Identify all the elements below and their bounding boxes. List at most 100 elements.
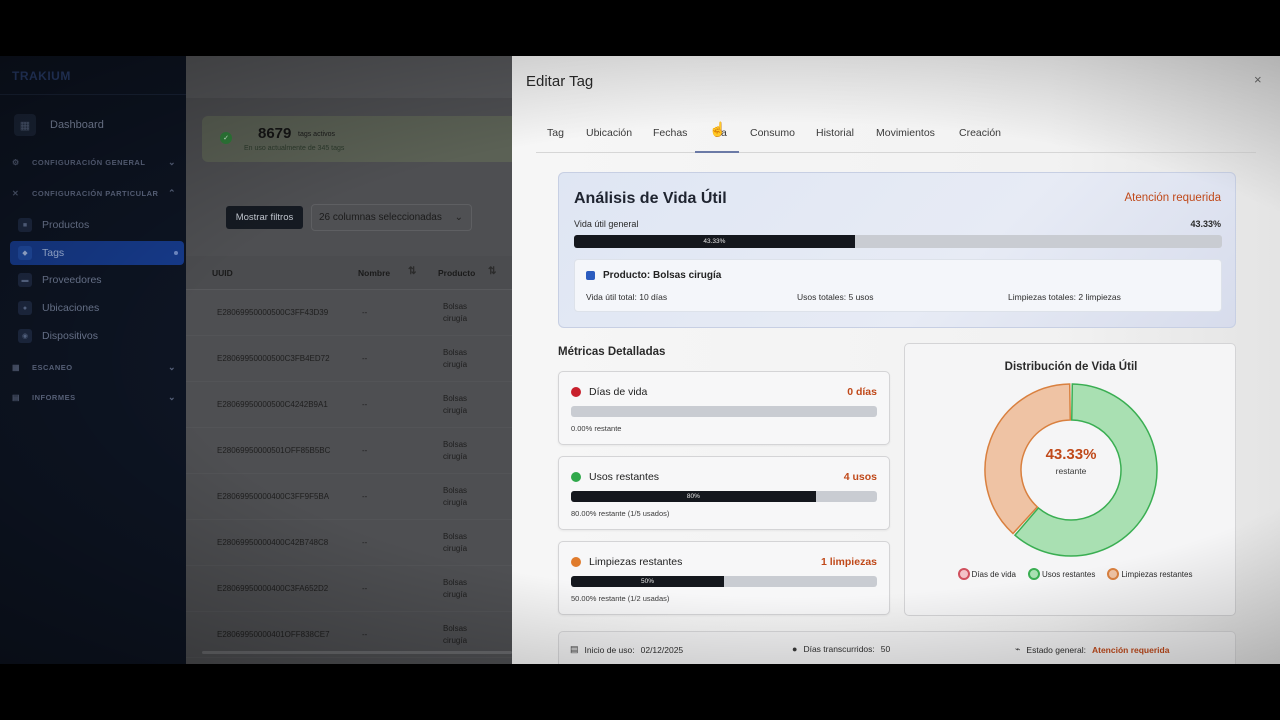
life-progress-bar: 43.33% — [574, 235, 1222, 248]
product-name: Producto: Bolsas cirugía — [603, 270, 722, 281]
cell-nombre: -- — [362, 400, 368, 409]
legend-item-limpiezas[interactable]: Limpiezas restantes — [1107, 568, 1192, 580]
modal-title: Editar Tag — [526, 73, 594, 90]
legend-item-dias[interactable]: Días de vida — [957, 568, 1016, 580]
metric-name: Limpiezas restantes — [589, 556, 683, 568]
table-row[interactable]: E28069950000500C3FF43D39 -- Bolsas cirugía — [186, 290, 512, 336]
legend-label: Limpiezas restantes — [1121, 569, 1193, 579]
box-icon: ■ — [18, 218, 32, 232]
tab-consumo[interactable]: Consumo — [750, 127, 795, 139]
cell-uuid: E28069950000500C3FB4ED72 — [217, 354, 330, 363]
cell-uuid: E28069950000400C3FF9F5BA — [217, 492, 330, 501]
status-value: Atención requerida — [1091, 644, 1170, 655]
columns-select[interactable]: 26 columnas seleccionadas ⌄ — [311, 204, 472, 231]
column-header-uuid[interactable]: UUID — [212, 268, 233, 278]
device-icon: ◉ — [18, 329, 32, 343]
metric-name: Días de vida — [589, 386, 648, 398]
check-icon: ✓ — [220, 132, 232, 144]
active-tags-card: ✓ 8679 tags activos En uso actualmente d… — [202, 116, 522, 162]
active-tags-count: 8679 — [258, 125, 292, 142]
cell-uuid: E28069950000400C42B748C8 — [217, 538, 329, 547]
table-header: UUID Nombre ⇅ Producto ⇅ — [186, 256, 512, 290]
location-pin-icon: ● — [18, 301, 32, 315]
cell-uuid: E28069950000500C3FF43D39 — [217, 308, 329, 317]
table-row[interactable]: E28069950000400C3FA652D2 -- Bolsas cirugía — [186, 566, 512, 612]
cell-nombre: -- — [362, 308, 368, 317]
start-value: 02/12/2025 — [640, 644, 684, 655]
sidebar-item-tags[interactable]: ◆ Tags — [10, 241, 184, 265]
cell-nombre: -- — [362, 492, 368, 501]
close-icon[interactable]: × — [1254, 72, 1262, 87]
column-header-nombre[interactable]: Nombre — [358, 268, 390, 278]
sort-icon[interactable]: ⇅ — [488, 266, 496, 277]
cell-producto: Bolsas cirugía — [443, 532, 468, 553]
section-label: ESCANEO — [32, 363, 73, 372]
donut-center-label: restante — [1055, 466, 1087, 476]
donut-legend: Días de vida Usos restantes Limpiezas re… — [945, 568, 1205, 580]
section-label: INFORMES — [32, 393, 76, 402]
columns-select-value: 26 columnas seleccionadas — [319, 212, 442, 223]
status-dot — [571, 472, 581, 482]
analysis-percent: 43.33% — [1190, 219, 1221, 229]
life-progress-fill: 43.33% — [574, 235, 855, 248]
metric-progress-bar: 50% — [571, 576, 877, 587]
show-filters-button[interactable]: Mostrar filtros — [226, 206, 303, 229]
metric-value: 4 usos — [843, 471, 877, 483]
brand-logo: TRAKIUM — [12, 69, 71, 83]
table-row[interactable]: E28069950000500C4242B9A1 -- Bolsas cirugía — [186, 382, 512, 428]
sidebar-section-config-particular[interactable]: ✕ CONFIGURACIÓN PARTICULAR ⌃ — [12, 188, 176, 199]
metric-card-usos: Usos restantes 4 usos 80% 80.00% restant… — [558, 456, 890, 530]
tab-tag[interactable]: Tag — [547, 127, 564, 139]
active-tags-sub: En uso actualmente de 345 tags — [244, 145, 345, 152]
table-row[interactable]: E28069950000400C42B748C8 -- Bolsas cirugía — [186, 520, 512, 566]
metric-card-dias: Días de vida 0 días 0.00% restante — [558, 371, 890, 445]
legend-swatch — [1027, 568, 1040, 580]
cell-nombre: -- — [362, 630, 368, 639]
sidebar-item-label: Productos — [42, 219, 90, 231]
table-row[interactable]: E28069950000501OFF85B5BC -- Bolsas cirugía — [186, 428, 512, 474]
cell-nombre: -- — [362, 446, 368, 455]
sidebar-item-label: Proveedores — [42, 274, 102, 286]
sidebar-item-productos[interactable]: ■ Productos — [14, 213, 182, 237]
gear-icon: ⚙ — [12, 158, 20, 167]
horizontal-scrollbar[interactable] — [202, 651, 512, 654]
calendar-icon: ▤ — [570, 644, 579, 654]
tab-creacion[interactable]: Creación — [959, 127, 1001, 139]
legend-item-usos[interactable]: Usos restantes — [1027, 568, 1095, 580]
tab-historial[interactable]: Historial — [816, 127, 854, 139]
metric-note: 50.00% restante (1/2 usadas) — [571, 594, 670, 603]
cell-producto: Bolsas cirugía — [443, 440, 468, 461]
tab-movimientos[interactable]: Movimientos — [876, 127, 935, 139]
cell-uuid: E28069950000400C3FA652D2 — [217, 584, 329, 593]
cell-uuid: E28069950000401OFF838CE7 — [217, 630, 330, 639]
sidebar-item-label: Ubicaciones — [42, 302, 100, 314]
edit-tag-modal: Editar Tag × Tag Ubicación Fechas a Cons… — [512, 56, 1280, 664]
tools-icon: ✕ — [12, 189, 20, 198]
column-header-producto[interactable]: Producto — [438, 268, 475, 278]
clock-icon: ● — [792, 644, 798, 654]
sidebar-section-config-general[interactable]: ⚙ CONFIGURACIÓN GENERAL ⌄ — [12, 157, 176, 168]
sidebar-item-ubicaciones[interactable]: ● Ubicaciones — [14, 296, 182, 320]
sidebar-item-dashboard[interactable]: ▦ Dashboard — [14, 114, 104, 136]
top-bar — [186, 56, 512, 98]
sidebar-section-escaneo[interactable]: ▦ ESCANEO ⌄ — [12, 362, 176, 373]
life-analysis-panel: Análisis de Vida Útil Atención requerida… — [558, 172, 1236, 328]
sidebar-item-dispositivos[interactable]: ◉ Dispositivos — [14, 324, 182, 348]
tab-fechas[interactable]: Fechas — [653, 127, 687, 139]
sidebar-item-proveedores[interactable]: ▬ Proveedores — [14, 268, 182, 292]
tab-ubicacion[interactable]: Ubicación — [586, 127, 632, 139]
tab-bar: Tag Ubicación Fechas a Consumo Historial… — [536, 118, 1256, 153]
tag-icon: ◆ — [18, 246, 32, 260]
cell-producto: Bolsas cirugía — [443, 302, 468, 323]
status-dot — [571, 557, 581, 567]
table-row[interactable]: E28069950000400C3FF9F5BA -- Bolsas cirugía — [186, 474, 512, 520]
cell-nombre: -- — [362, 538, 368, 547]
status-dot — [571, 387, 581, 397]
sidebar-section-informes[interactable]: ▤ INFORMES ⌄ — [12, 392, 176, 403]
chevron-down-icon: ⌄ — [167, 157, 176, 167]
divider — [0, 94, 186, 95]
sort-icon[interactable]: ⇅ — [408, 266, 416, 277]
metric-note: 80.00% restante (1/5 usados) — [571, 509, 670, 518]
table-row[interactable]: E28069950000500C3FB4ED72 -- Bolsas cirugía — [186, 336, 512, 382]
chevron-down-icon: ⌄ — [167, 362, 176, 372]
